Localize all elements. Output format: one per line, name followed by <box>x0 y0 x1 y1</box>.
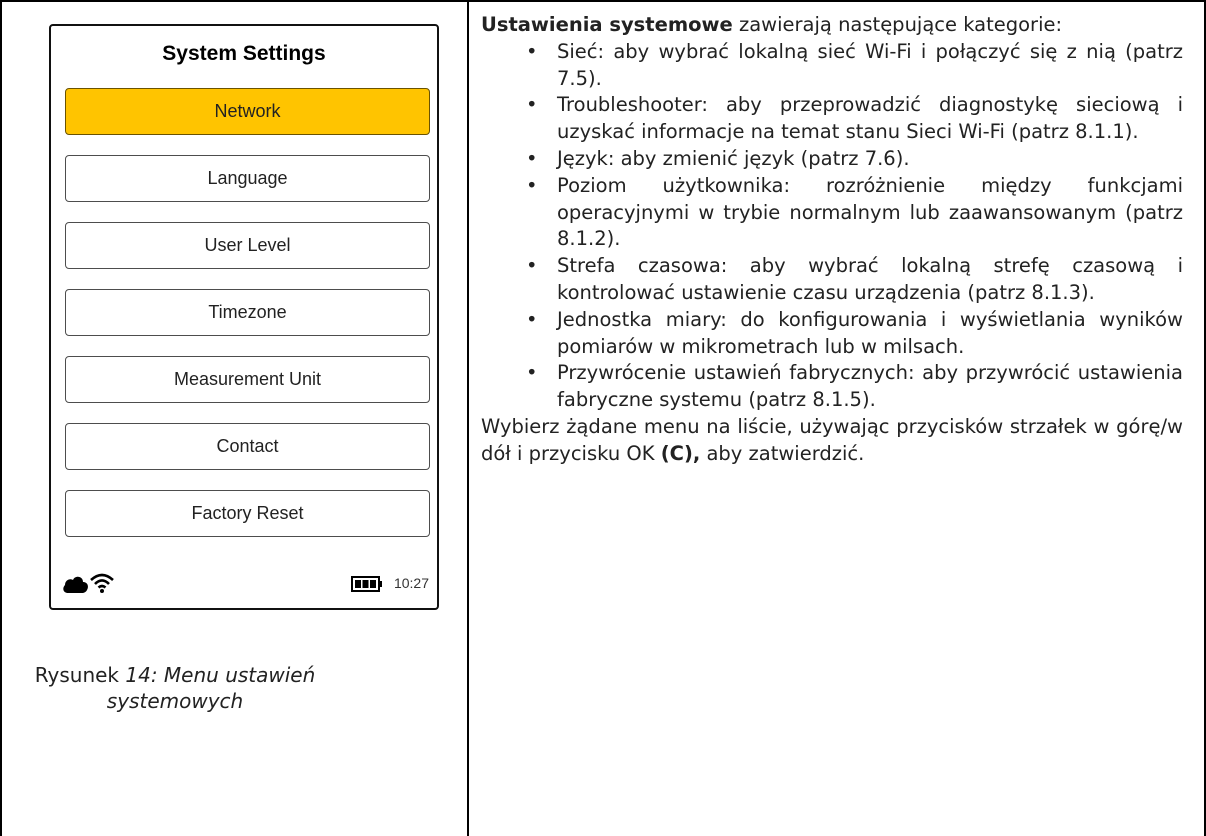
table-border-left <box>0 0 2 836</box>
clock-time: 10:27 <box>393 575 429 591</box>
menu-contact-button[interactable]: Contact <box>65 423 430 470</box>
menu-language-button[interactable]: Language <box>65 155 430 202</box>
menu-network-button[interactable]: Network <box>65 88 430 135</box>
description-text: Ustawienia systemowe zawierają następują… <box>481 12 1183 468</box>
intro-paragraph: Ustawienia systemowe zawierają następują… <box>481 12 1183 39</box>
caption-title: 14: Menu ustawień systemowych <box>106 663 316 713</box>
battery-icon <box>351 576 382 592</box>
intro-rest: zawierają następujące kategorie: <box>732 13 1063 36</box>
list-item: Sieć: aby wybrać lokalną sieć Wi-Fi i po… <box>526 39 1183 93</box>
menu-label: Timezone <box>208 302 287 322</box>
intro-bold: Ustawienia systemowe <box>481 13 733 36</box>
device-screen: System Settings Network Language User Le… <box>49 24 439 610</box>
menu-label: Factory Reset <box>191 503 304 523</box>
outro-bold: (C), <box>660 441 701 465</box>
list-item: Poziom użytkownika: rozróżnienie między … <box>526 173 1183 253</box>
outro-paragraph: Wybierz żądane menu na liście, używając … <box>481 414 1183 468</box>
menu-user-level-button[interactable]: User Level <box>65 222 430 269</box>
list-item: Strefa czasowa: aby wybrać lokalną stref… <box>526 253 1183 307</box>
menu-timezone-button[interactable]: Timezone <box>65 289 430 336</box>
status-bar: 10:27 <box>59 572 429 598</box>
menu-factory-reset-button[interactable]: Factory Reset <box>65 490 430 537</box>
table-border-top <box>0 0 1206 2</box>
cloud-icon <box>63 576 88 593</box>
list-item: Język: aby zmienić język (patrz 7.6). <box>526 146 1183 173</box>
menu-label: Measurement Unit <box>173 369 322 389</box>
menu-measurement-unit-button[interactable]: Measurement Unit <box>65 356 430 403</box>
menu-label: Language <box>207 168 288 188</box>
screen-title: System Settings <box>162 42 326 65</box>
menu-label: Network <box>214 101 281 121</box>
wifi-icon <box>90 573 114 593</box>
category-list: Sieć: aby wybrać lokalną sieć Wi-Fi i po… <box>481 39 1183 414</box>
menu-label: Contact <box>216 436 279 456</box>
figure-caption: Rysunek 14: Menu ustawień systemowych <box>30 662 320 714</box>
table-divider <box>467 0 469 836</box>
outro-end: aby zatwierdzić. <box>700 441 865 465</box>
menu-label: User Level <box>204 235 291 255</box>
list-item: Jednostka miary: do konfigurowania i wyś… <box>526 307 1183 361</box>
list-item: Troubleshooter: aby przeprowadzić diagno… <box>526 92 1183 146</box>
caption-prefix: Rysunek <box>34 663 126 687</box>
list-item: Przywrócenie ustawień fabrycznych: aby p… <box>526 360 1183 414</box>
